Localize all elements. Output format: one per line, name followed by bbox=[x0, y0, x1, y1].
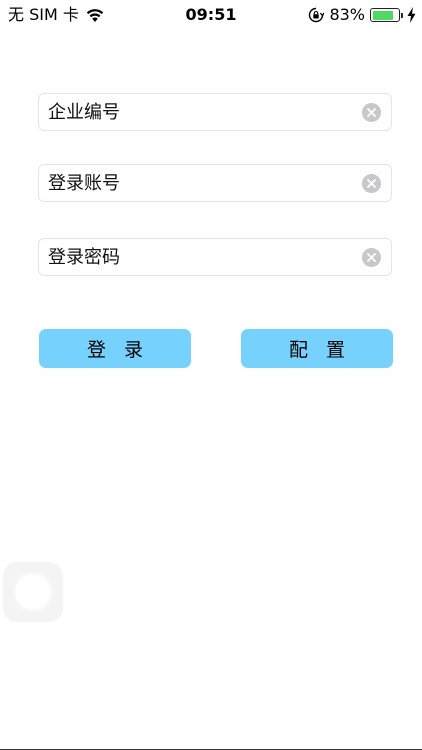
charging-bolt-icon bbox=[407, 7, 416, 23]
battery-icon bbox=[370, 8, 403, 22]
clear-circle-icon bbox=[367, 253, 376, 262]
status-right: 83% bbox=[308, 5, 416, 25]
clear-account-button[interactable] bbox=[362, 174, 381, 193]
company-id-field[interactable] bbox=[38, 93, 392, 131]
password-input[interactable] bbox=[48, 239, 348, 275]
company-id-input[interactable] bbox=[48, 94, 348, 130]
clear-circle-icon bbox=[367, 108, 376, 117]
battery-percent: 83% bbox=[329, 5, 365, 24]
login-screen: 无 SIM 卡 09:51 83% 企业编号 登录账号 登录 配置 bbox=[0, 0, 422, 750]
config-button[interactable]: 配置 bbox=[241, 329, 393, 368]
account-input[interactable] bbox=[48, 165, 348, 201]
orientation-lock-icon bbox=[308, 7, 326, 23]
clear-password-button[interactable] bbox=[362, 248, 381, 267]
assistive-touch-inner bbox=[15, 574, 51, 610]
clear-circle-icon bbox=[367, 179, 376, 188]
battery-fill bbox=[372, 10, 393, 20]
status-bar: 无 SIM 卡 09:51 83% bbox=[0, 0, 422, 30]
account-field[interactable] bbox=[38, 164, 392, 202]
clear-company-id-button[interactable] bbox=[362, 103, 381, 122]
assistive-touch-icon[interactable] bbox=[3, 562, 63, 622]
password-field[interactable] bbox=[38, 238, 392, 276]
login-button[interactable]: 登录 bbox=[39, 329, 191, 368]
